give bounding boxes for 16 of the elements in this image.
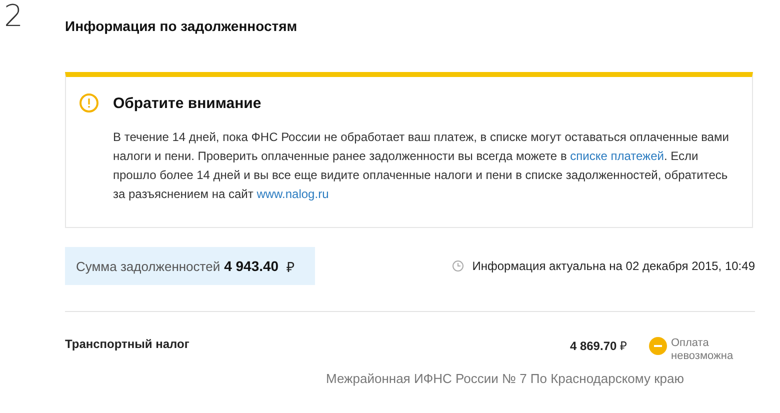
website-link[interactable]: www.nalog.ru: [256, 187, 329, 201]
debt-total-label: Сумма задолженностей: [76, 258, 220, 274]
update-time: Информация актуальна на 02 декабря 2015, 10:49: [472, 259, 755, 273]
payment-status: Оплата невозможна: [671, 337, 734, 363]
tax-authority: Межрайонная ИФНС России № 7 По Краснодарскому краю: [326, 371, 685, 386]
currency-sign: ₽: [286, 258, 295, 276]
clock-icon: [452, 260, 464, 272]
step-number: 2: [4, 2, 24, 32]
payments-link[interactable]: списке платежей: [570, 149, 664, 163]
warning-icon: [79, 93, 99, 113]
tax-name: Транспортный налог: [65, 337, 190, 351]
tax-amount: 4 869.70 ₽: [568, 338, 627, 354]
debt-total-amount: 4 943.40: [224, 258, 279, 274]
section-title: Информация по задолженностям: [65, 18, 298, 34]
notice-text: В течение 14 дней, пока ФНС России не обработает ваш платеж, в списке могут оставаться оплаченные вами налоги и пени. Проверить оплаченные ранее задолженности вы всегда можете в списке платежей. Если прошло более 14 дней и вы все еще видите оплаченные налоги и пени в списке задолженностей, обратитесь за разъяснением на сайт www.nalog.ru: [113, 129, 730, 203]
notice-heading: Обратите внимание: [113, 94, 262, 112]
